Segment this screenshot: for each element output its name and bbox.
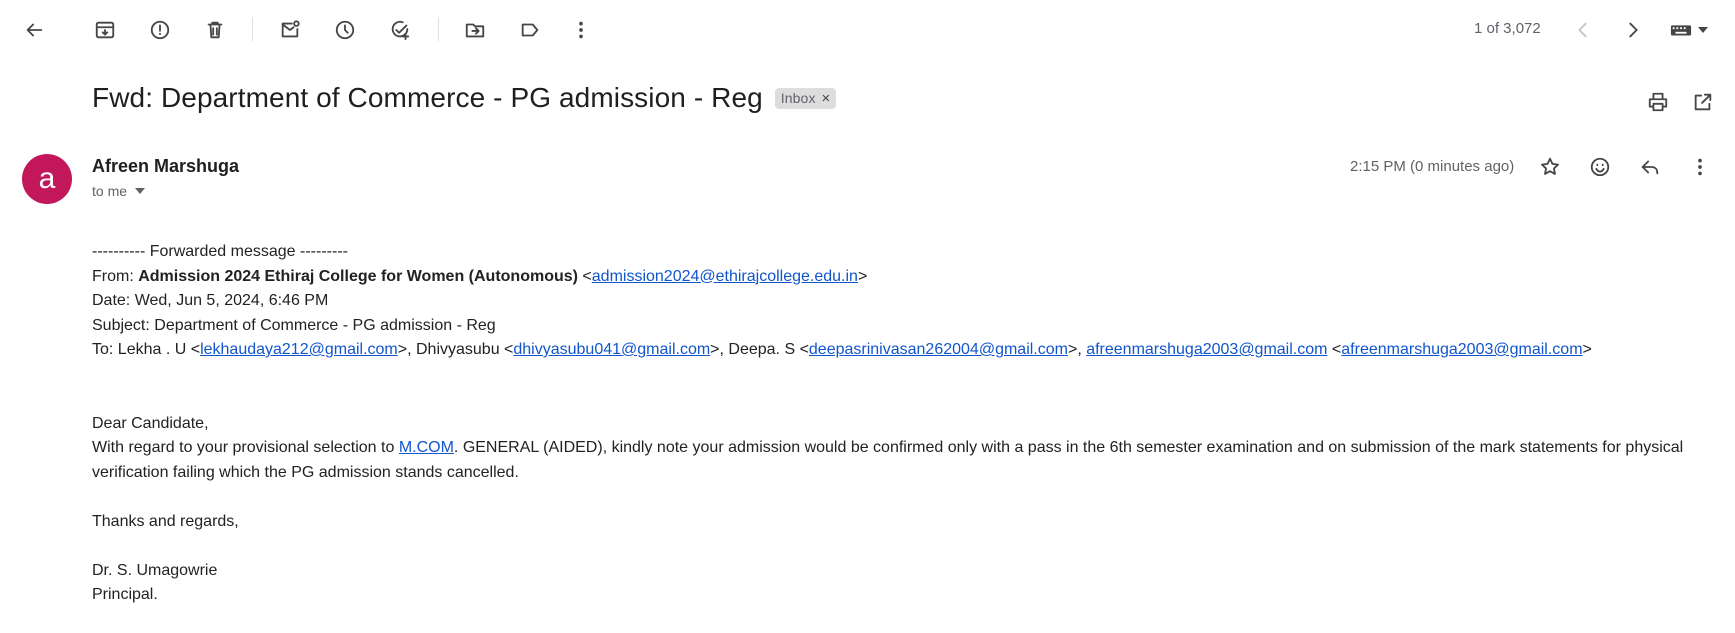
to-label: To: Lekha . U <: [92, 341, 201, 358]
newer-button[interactable]: [1563, 10, 1603, 50]
message-body: ---------- Forwarded message --------- F…: [92, 240, 1722, 608]
recipients-toggle[interactable]: to me: [92, 183, 146, 199]
forward-to: To: Lekha . U <lekhaudaya212@gmail.com>,…: [92, 338, 1722, 363]
mark-unread-icon: [281, 20, 300, 38]
add-to-tasks-icon: [391, 20, 410, 41]
forward-header: ---------- Forwarded message ---------: [92, 243, 348, 260]
reply-icon: [1641, 160, 1659, 175]
open-new-window-icon: [1694, 93, 1712, 111]
forward-date: Date: Wed, Jun 5, 2024, 6:46 PM: [92, 292, 329, 309]
signer-name: Dr. S. Umagowrie: [92, 561, 218, 579]
from-name: Admission 2024 Ethiraj College for Women…: [138, 267, 578, 285]
to-email-link[interactable]: lekhaudaya212@gmail.com: [200, 341, 398, 358]
label-chip-text: Inbox: [780, 90, 816, 106]
greeting: Dear Candidate,: [92, 414, 209, 432]
label-button[interactable]: [510, 10, 550, 50]
to-email-link[interactable]: afreenmarshuga2003@gmail.com: [1341, 341, 1582, 358]
inbox-label-chip[interactable]: Inbox ×: [774, 87, 837, 109]
input-tools-button[interactable]: [1664, 10, 1714, 50]
message-paragraph: With regard to your provisional selectio…: [92, 436, 1722, 485]
more-vert-icon: [1698, 158, 1702, 176]
course-link[interactable]: M.COM: [399, 439, 454, 456]
delete-button[interactable]: [195, 10, 235, 50]
report-spam-button[interactable]: [140, 10, 180, 50]
older-button[interactable]: [1613, 10, 1653, 50]
bracket-open: <: [577, 267, 592, 285]
add-reaction-button[interactable]: [1580, 147, 1620, 187]
more-vert-icon: [579, 21, 583, 39]
star-button[interactable]: [1530, 147, 1570, 187]
snooze-button[interactable]: [325, 10, 365, 50]
to-me-label: to me: [92, 183, 128, 199]
chevron-right-icon: [1629, 22, 1638, 38]
emoji-icon: [1590, 157, 1610, 177]
add-to-tasks-button[interactable]: [380, 10, 420, 50]
forward-from: From: Admission 2024 Ethiraj College for…: [92, 265, 1722, 290]
delete-icon: [207, 21, 223, 39]
to-separator: <: [1327, 341, 1342, 358]
to-separator: >, Dhivyasubu <: [397, 341, 514, 358]
email-subject-row: Fwd: Department of Commerce - PG admissi…: [92, 82, 837, 114]
print-button[interactable]: [1638, 82, 1678, 122]
bracket-close: >: [857, 267, 868, 285]
to-email-link[interactable]: afreenmarshuga2003@gmail.com: [1086, 341, 1327, 358]
pagination-count: 1 of 3,072: [1474, 20, 1541, 37]
move-to-button[interactable]: [455, 10, 495, 50]
star-icon: [1541, 157, 1559, 175]
to-separator: >: [1582, 341, 1592, 358]
report-spam-icon: [150, 20, 170, 40]
archive-icon: [95, 21, 115, 39]
back-button[interactable]: [14, 10, 54, 50]
toolbar-divider: [438, 17, 439, 41]
chevron-down-icon: [1698, 27, 1708, 33]
paragraph-text: With regard to your provisional selectio…: [92, 439, 399, 456]
move-to-icon: [465, 23, 485, 38]
message-more-button[interactable]: [1680, 147, 1720, 187]
to-email-link[interactable]: deepasrinivasan262004@gmail.com: [809, 341, 1068, 358]
reply-button[interactable]: [1630, 147, 1670, 187]
print-icon: [1648, 92, 1668, 112]
more-options-button[interactable]: [561, 10, 601, 50]
signer-title: Principal.: [92, 586, 158, 603]
from-email-link[interactable]: admission2024@ethirajcollege.edu.in: [592, 268, 858, 285]
mark-unread-button[interactable]: [270, 10, 310, 50]
keyboard-icon: [1670, 25, 1692, 36]
sender-name[interactable]: Afreen Marshuga: [92, 156, 239, 177]
back-arrow-icon: [26, 23, 43, 37]
toolbar-divider: [252, 17, 253, 41]
to-email-link[interactable]: dhivyasubu041@gmail.com: [513, 341, 710, 358]
email-subject: Fwd: Department of Commerce - PG admissi…: [92, 82, 763, 113]
forward-subject: Subject: Department of Commerce - PG adm…: [92, 316, 496, 334]
from-label: From:: [92, 267, 139, 285]
open-in-new-window-button[interactable]: [1683, 82, 1723, 122]
snooze-icon: [335, 20, 355, 40]
message-timestamp: 2:15 PM (0 minutes ago): [1350, 158, 1515, 175]
remove-label-icon[interactable]: ×: [822, 90, 831, 107]
chevron-left-icon: [1578, 22, 1587, 38]
archive-button[interactable]: [85, 10, 125, 50]
closing: Thanks and regards,: [92, 512, 239, 530]
avatar[interactable]: a: [22, 154, 72, 204]
to-separator: >, Deepa. S <: [710, 341, 809, 358]
to-separator: >,: [1067, 341, 1087, 358]
chevron-down-icon: [135, 188, 146, 194]
label-icon: [521, 23, 539, 37]
